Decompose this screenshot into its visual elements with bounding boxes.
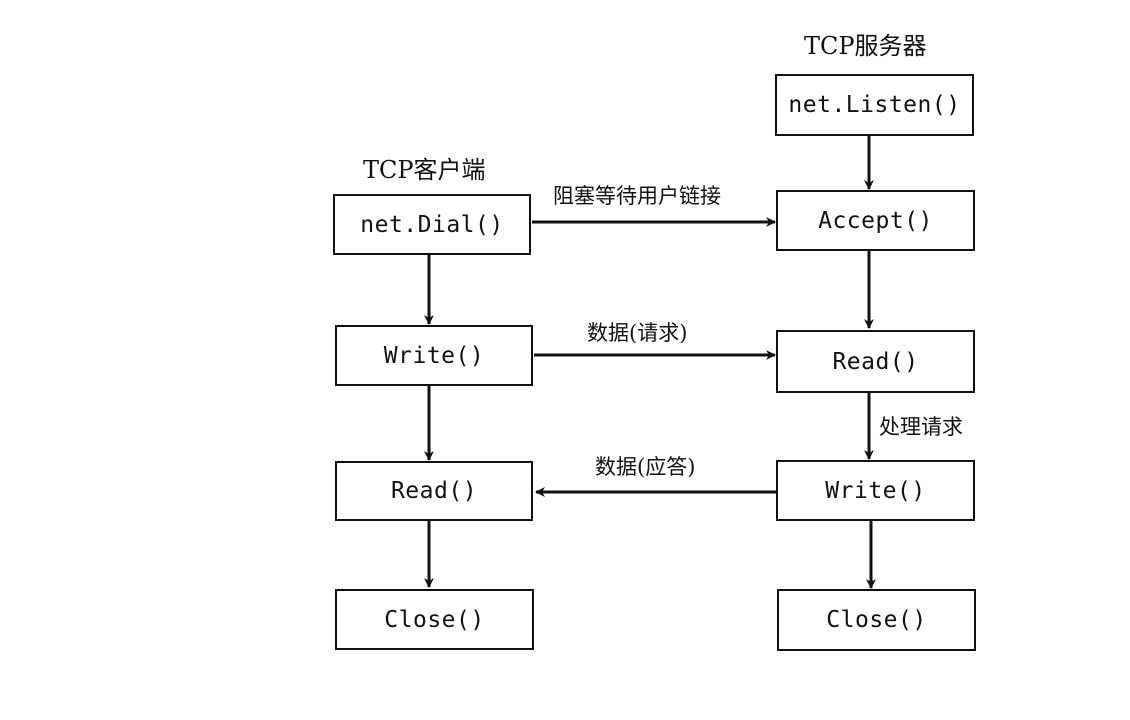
server-heading: TCP服务器 [804,32,927,60]
server-write-box: Write() [776,460,975,521]
server-listen-box: net.Listen() [775,74,974,136]
client-close-box: Close() [335,589,534,650]
edge-label-wait-connection: 阻塞等待用户链接 [553,184,721,208]
client-write-box: Write() [335,325,533,386]
server-read-box: Read() [776,330,975,393]
client-dial-box: net.Dial() [333,194,531,255]
edge-label-process-request: 处理请求 [879,415,963,439]
server-accept-box: Accept() [776,190,975,251]
edge-label-request: 数据(请求) [587,321,688,345]
tcp-flow-diagram: TCP客户端 TCP服务器 net.Dial() Write() Read() … [0,0,1130,720]
edge-label-response: 数据(应答) [595,455,696,479]
server-close-box: Close() [777,589,976,651]
client-heading: TCP客户端 [363,156,486,184]
client-read-box: Read() [335,461,533,521]
